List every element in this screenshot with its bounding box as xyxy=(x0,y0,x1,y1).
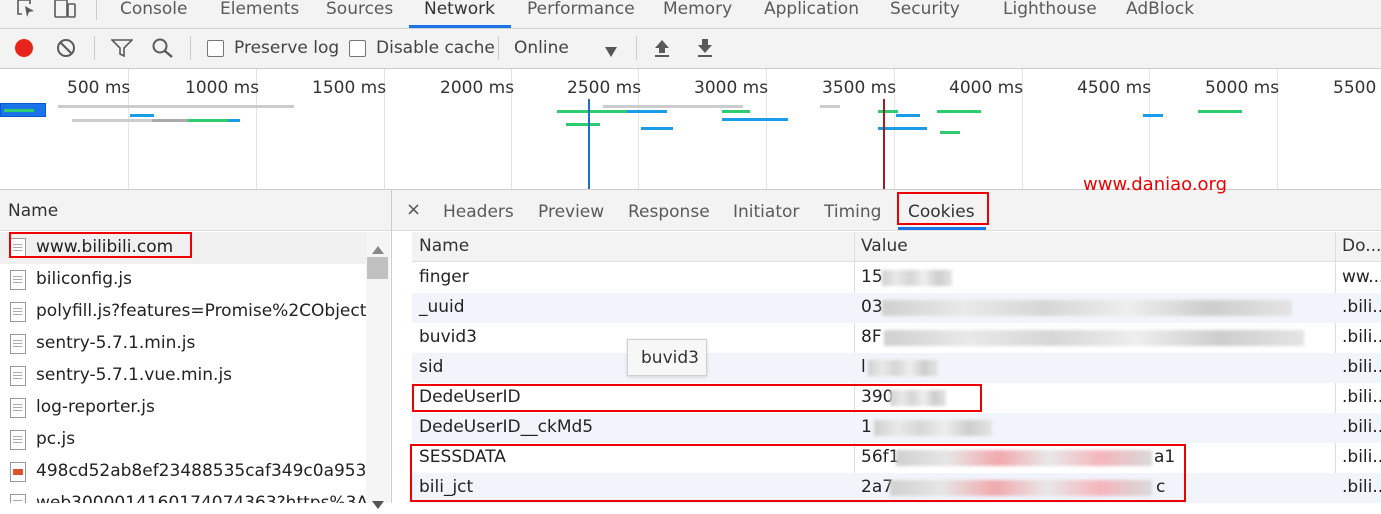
list-item[interactable]: pc.js xyxy=(0,424,366,456)
redacted-value xyxy=(882,270,952,286)
highlight-box xyxy=(412,384,982,412)
timeline-tick: 1000 ms xyxy=(185,78,260,98)
timeline-tick: 2500 ms xyxy=(567,78,642,98)
timeline-tick: 1500 ms xyxy=(312,78,387,98)
list-item[interactable]: polyfill.js?features=Promise%2CObject.as… xyxy=(0,296,366,328)
scroll-up-icon[interactable] xyxy=(372,239,384,254)
script-icon xyxy=(10,302,26,322)
record-button[interactable] xyxy=(14,38,34,58)
script-icon xyxy=(10,366,26,386)
timeline-tick: 4500 ms xyxy=(1077,78,1152,98)
close-icon[interactable]: × xyxy=(406,199,421,220)
tab-security[interactable]: Security xyxy=(890,0,960,28)
devtools-tab-bar: Console Elements Sources Network Perform… xyxy=(0,0,1381,29)
scrollbar-thumb[interactable] xyxy=(367,257,388,279)
highlight-box xyxy=(9,232,192,258)
list-item[interactable]: 498cd52ab8ef23488535caf349c0a953d42 xyxy=(0,456,366,488)
export-har-icon[interactable] xyxy=(696,38,714,58)
import-har-icon[interactable] xyxy=(653,38,671,58)
chevron-down-icon[interactable] xyxy=(605,42,617,57)
network-overview[interactable]: 500 ms 1000 ms 1500 ms 2000 ms 2500 ms 3… xyxy=(0,69,1381,190)
tab-lighthouse[interactable]: Lighthouse xyxy=(1003,0,1097,28)
redacted-value xyxy=(882,300,1292,316)
tab-elements[interactable]: Elements xyxy=(220,0,299,28)
request-details: × Headers Preview Response Initiator Tim… xyxy=(392,174,1381,503)
tab-timing[interactable]: Timing xyxy=(824,202,881,222)
tab-headers[interactable]: Headers xyxy=(443,202,514,222)
column-header-name[interactable]: Name xyxy=(419,236,469,256)
image-icon xyxy=(10,462,26,482)
disable-cache-label[interactable]: Disable cache xyxy=(376,38,495,58)
tab-console[interactable]: Console xyxy=(120,0,188,28)
list-item[interactable]: log-reporter.js xyxy=(0,392,366,424)
search-icon[interactable] xyxy=(152,38,174,58)
load-event-marker xyxy=(883,99,885,189)
timeline-tick: 500 ms xyxy=(67,78,131,98)
tab-network[interactable]: Network xyxy=(424,0,495,28)
timeline-tick: 5000 ms xyxy=(1205,78,1280,98)
list-scrollbar[interactable] xyxy=(366,232,390,509)
inspect-element-icon[interactable] xyxy=(16,0,36,18)
timeline-tick: 3500 ms xyxy=(822,78,897,98)
clear-icon[interactable] xyxy=(56,38,76,58)
list-item[interactable]: sentry-5.7.1.vue.min.js xyxy=(0,360,366,392)
tooltip: buvid3 xyxy=(627,339,707,376)
script-icon xyxy=(10,398,26,418)
device-toolbar-icon[interactable] xyxy=(54,0,76,18)
timeline-tick: 4000 ms xyxy=(949,78,1024,98)
disable-cache-checkbox[interactable] xyxy=(349,40,366,57)
filter-icon[interactable] xyxy=(110,39,134,58)
script-icon xyxy=(10,334,26,354)
tab-performance[interactable]: Performance xyxy=(527,0,635,28)
timeline-tick: 2000 ms xyxy=(440,78,515,98)
request-list: Name www.bilibili.com biliconfig.js poly… xyxy=(0,190,392,509)
tab-memory[interactable]: Memory xyxy=(663,0,732,28)
timeline-tick: 3000 ms xyxy=(694,78,769,98)
tab-adblock[interactable]: AdBlock xyxy=(1126,0,1194,28)
column-header-value[interactable]: Value xyxy=(861,236,908,256)
scroll-down-icon[interactable] xyxy=(372,494,384,509)
list-item[interactable]: sentry-5.7.1.min.js xyxy=(0,328,366,360)
preserve-log-checkbox[interactable] xyxy=(207,40,224,57)
tab-application[interactable]: Application xyxy=(764,0,859,28)
redacted-value xyxy=(874,420,992,436)
list-item[interactable]: biliconfig.js xyxy=(0,264,366,296)
preserve-log-label[interactable]: Preserve log xyxy=(234,38,339,58)
tab-sources[interactable]: Sources xyxy=(326,0,393,28)
list-item[interactable]: web3000014160174074363?https%3A%2 xyxy=(0,488,366,503)
watermark: www.daniao.org xyxy=(1083,174,1228,195)
tab-response[interactable]: Response xyxy=(628,202,710,222)
redacted-value xyxy=(868,360,938,376)
highlight-box xyxy=(897,192,989,225)
redacted-value xyxy=(884,330,1304,346)
name-column-header[interactable]: Name xyxy=(8,201,58,221)
tooltip-text: buvid3 xyxy=(641,348,699,368)
tab-preview[interactable]: Preview xyxy=(538,202,604,222)
highlight-box xyxy=(410,444,1186,502)
column-header-domain[interactable]: Do... xyxy=(1342,236,1381,256)
script-icon xyxy=(10,430,26,450)
active-tab-indicator xyxy=(898,227,986,230)
timeline-tick: 5500 ms xyxy=(1333,78,1381,98)
tab-initiator[interactable]: Initiator xyxy=(733,202,799,222)
script-icon xyxy=(10,270,26,290)
script-icon xyxy=(10,494,26,503)
throttling-select[interactable]: Online xyxy=(514,38,569,58)
dom-content-loaded-marker xyxy=(588,99,590,189)
active-tab-indicator xyxy=(409,25,511,28)
